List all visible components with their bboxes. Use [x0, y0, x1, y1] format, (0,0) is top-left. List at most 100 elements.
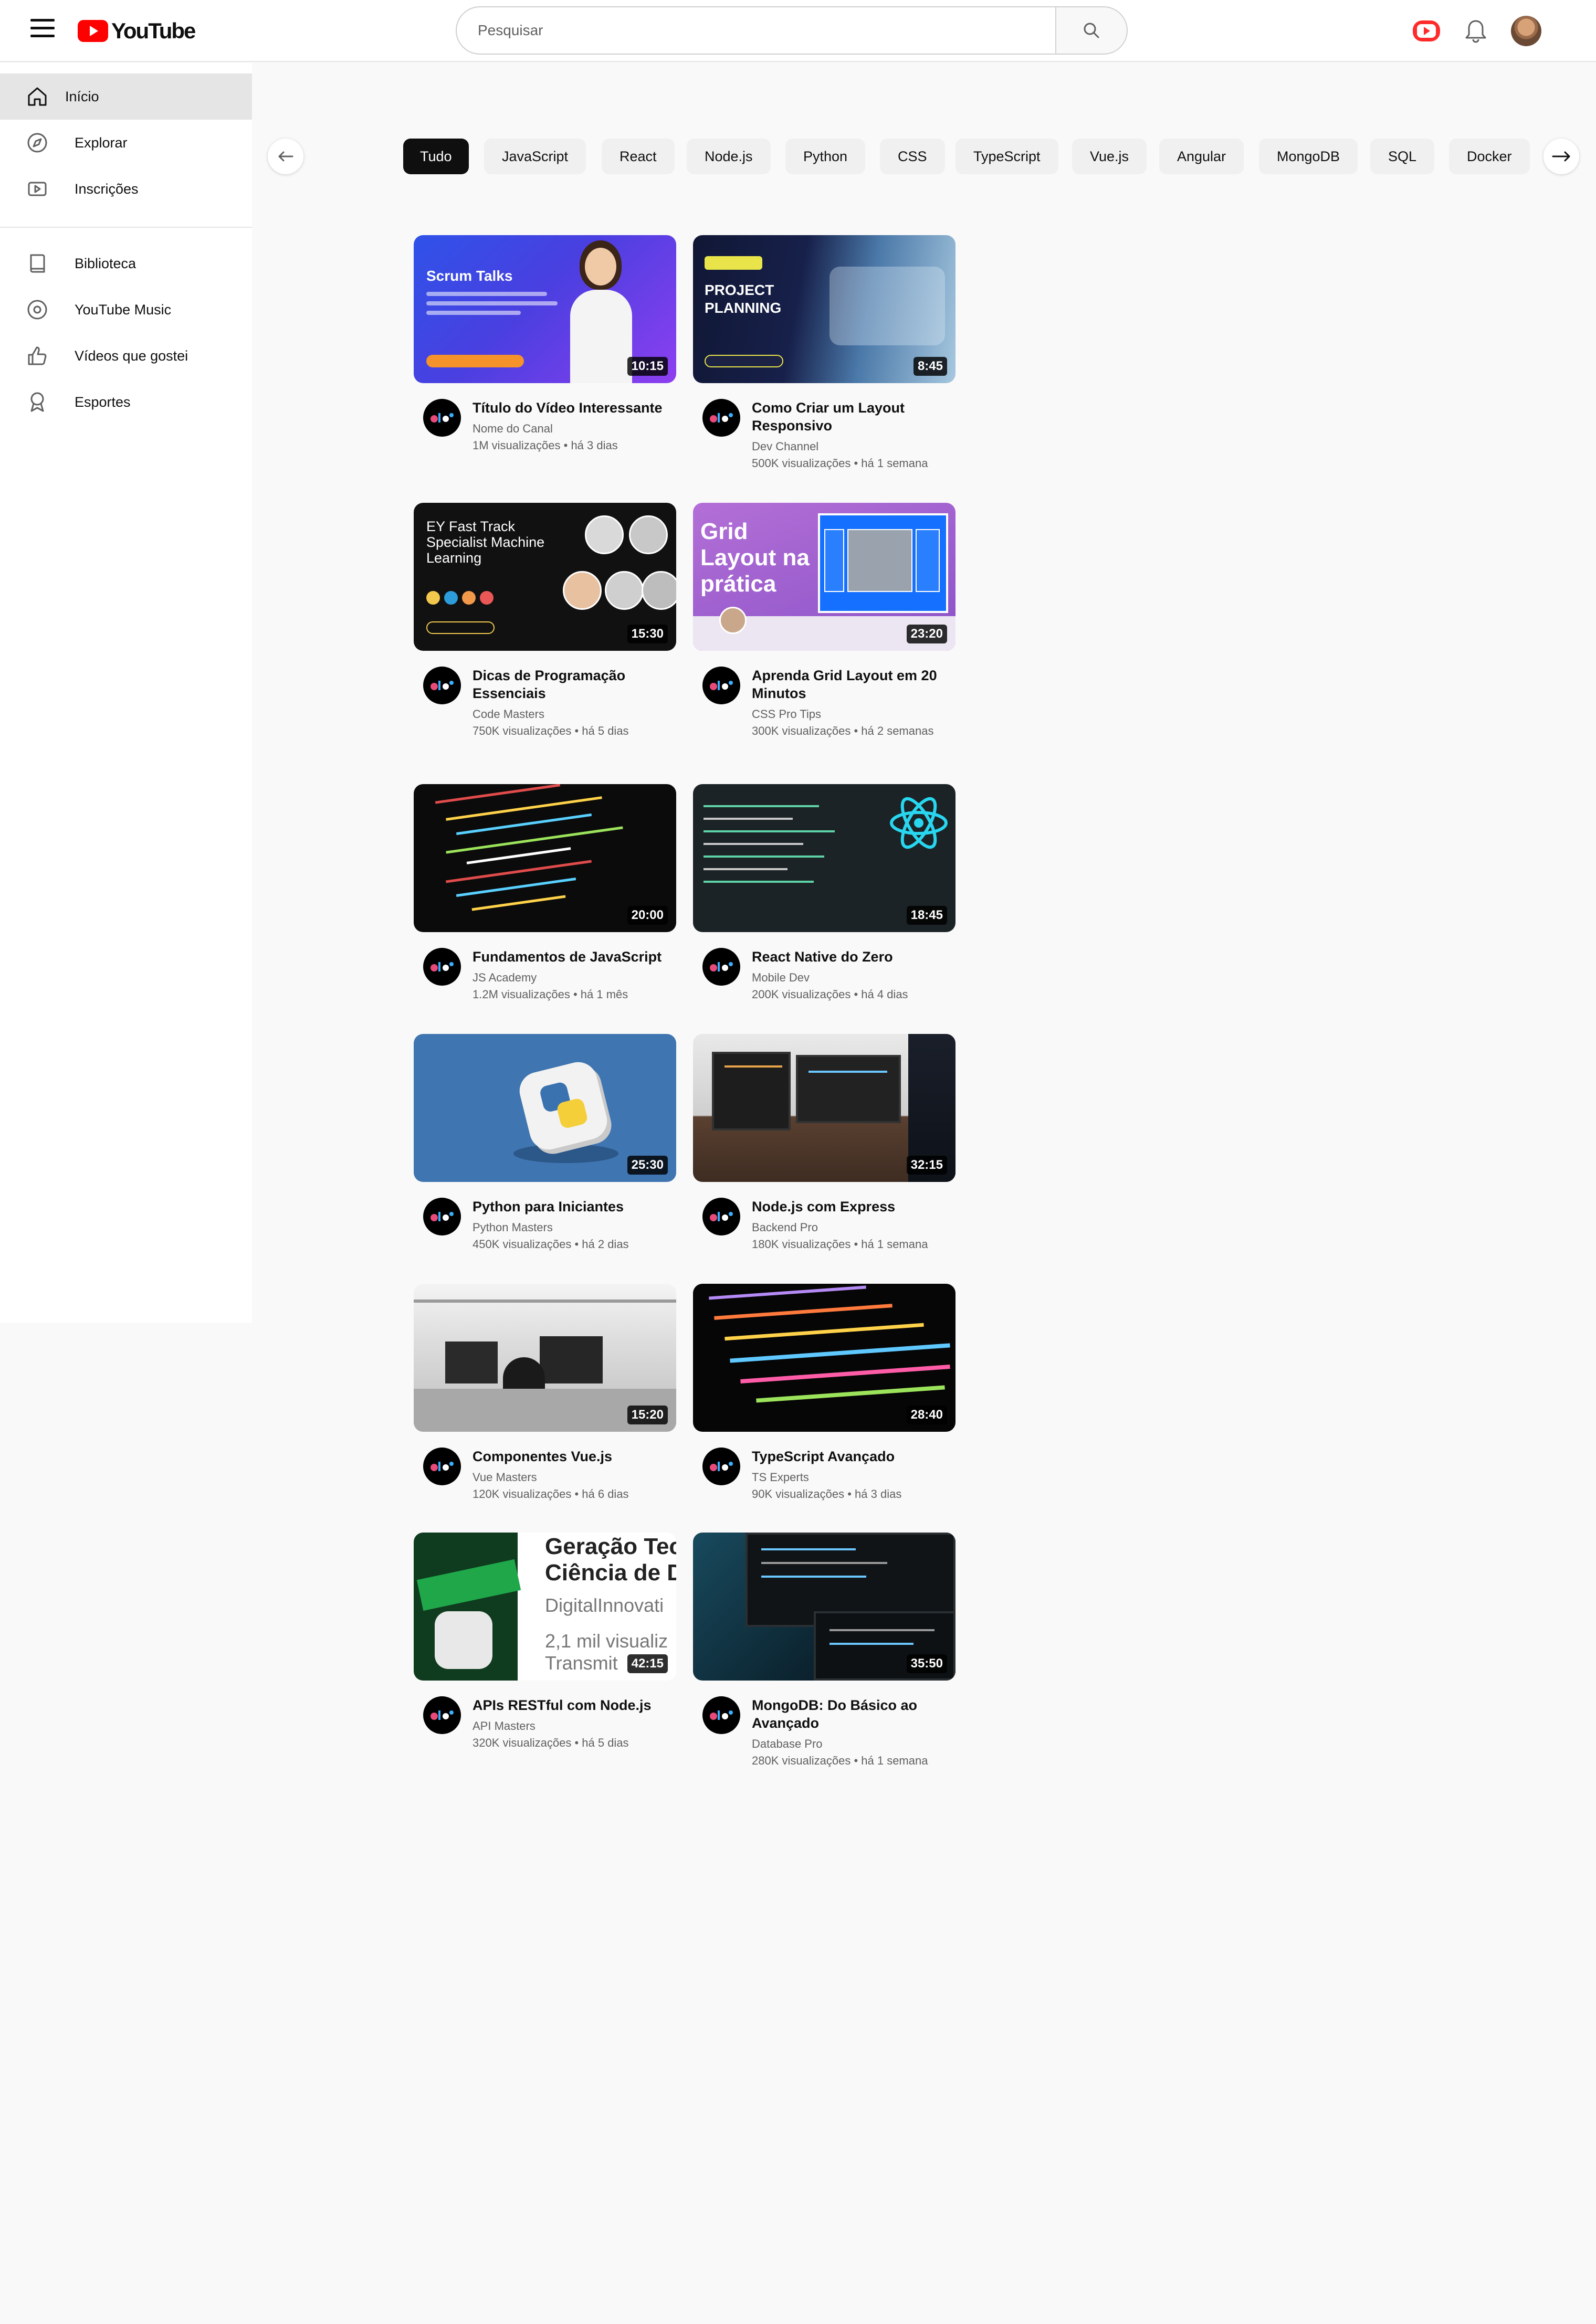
- channel-name[interactable]: Mobile Dev: [752, 971, 810, 985]
- chip-sql[interactable]: SQL: [1370, 139, 1435, 174]
- video-title[interactable]: MongoDB: Do Básico ao Avançado: [752, 1696, 957, 1732]
- channel-name[interactable]: Code Masters: [472, 707, 544, 721]
- top-header: YouTube: [0, 0, 1596, 62]
- thumbnail-text: 2,1 mil visualiz: [545, 1630, 668, 1652]
- music-icon: [22, 294, 52, 325]
- video-thumbnail[interactable]: 35:50: [693, 1533, 956, 1681]
- channel-avatar[interactable]: [702, 948, 740, 986]
- chip-react[interactable]: React: [602, 139, 675, 174]
- video-duration: 35:50: [906, 1654, 947, 1673]
- video-title[interactable]: TypeScript Avançado: [752, 1448, 957, 1465]
- channel-name[interactable]: Dev Channel: [752, 440, 818, 453]
- sidebar-item-inicio[interactable]: Início: [0, 73, 252, 120]
- channel-avatar[interactable]: [423, 399, 461, 437]
- youtube-logo[interactable]: YouTube: [78, 18, 196, 43]
- dio-logo-icon: [710, 1710, 733, 1720]
- channel-name[interactable]: Database Pro: [752, 1737, 823, 1751]
- sidebar-item-youtube-music[interactable]: YouTube Music: [0, 287, 252, 333]
- channel-name[interactable]: Nome do Canal: [472, 422, 553, 436]
- video-stats: 280K visualizações • há 1 semana: [752, 1754, 928, 1767]
- video-thumbnail[interactable]: EY Fast Track Specialist Machine Learnin…: [414, 503, 676, 651]
- channel-avatar[interactable]: [702, 1696, 740, 1734]
- video-title[interactable]: Aprenda Grid Layout em 20 Minutos: [752, 667, 957, 702]
- video-title[interactable]: APIs RESTful com Node.js: [472, 1696, 677, 1714]
- chip-docker[interactable]: Docker: [1449, 139, 1530, 174]
- channel-name[interactable]: Backend Pro: [752, 1221, 818, 1234]
- chip-javascript[interactable]: JavaScript: [484, 139, 586, 174]
- chip-vuejs[interactable]: Vue.js: [1072, 139, 1147, 174]
- trophy-icon: [22, 387, 52, 417]
- sidebar-item-videos-que-gostei[interactable]: Vídeos que gostei: [0, 333, 252, 379]
- video-duration: 8:45: [913, 357, 947, 376]
- dio-logo-icon: [430, 1212, 454, 1221]
- video-card: 20:00 Fundamentos de JavaScript JS Acade…: [414, 784, 676, 1027]
- video-thumbnail[interactable]: 28:40: [693, 1284, 956, 1432]
- menu-button[interactable]: [30, 19, 55, 40]
- channel-avatar[interactable]: [702, 667, 740, 704]
- channel-avatar[interactable]: [423, 667, 461, 704]
- video-thumbnail[interactable]: Scrum Talks 10:15: [414, 235, 676, 383]
- course-cover-image: [414, 1533, 521, 1681]
- channel-avatar[interactable]: [423, 1198, 461, 1235]
- video-title[interactable]: Python para Iniciantes: [472, 1198, 677, 1216]
- presenter-image: [567, 240, 635, 383]
- chip-css[interactable]: CSS: [880, 139, 945, 174]
- channel-name[interactable]: TS Experts: [752, 1471, 809, 1484]
- video-duration: 15:30: [627, 625, 668, 643]
- channel-avatar[interactable]: [702, 1448, 740, 1485]
- video-title[interactable]: Dicas de Programação Essenciais: [472, 667, 677, 702]
- video-thumbnail[interactable]: Grid Layout na prática 23:20: [693, 503, 956, 651]
- video-stats: 450K visualizações • há 2 dias: [472, 1238, 629, 1251]
- chips-previous-button[interactable]: [268, 139, 303, 174]
- channel-avatar[interactable]: [423, 1448, 461, 1485]
- video-title[interactable]: Node.js com Express: [752, 1198, 957, 1216]
- channel-name[interactable]: Vue Masters: [472, 1471, 537, 1484]
- video-duration: 32:15: [906, 1156, 947, 1175]
- video-title[interactable]: Título do Vídeo Interessante: [472, 399, 677, 417]
- sidebar-item-label: Vídeos que gostei: [75, 347, 188, 364]
- video-title[interactable]: Fundamentos de JavaScript: [472, 948, 677, 966]
- user-avatar[interactable]: [1511, 16, 1541, 46]
- channel-avatar[interactable]: [423, 1696, 461, 1734]
- channel-avatar[interactable]: [702, 1198, 740, 1235]
- chip-typescript[interactable]: TypeScript: [956, 139, 1058, 174]
- arrow-left-icon: [278, 151, 293, 162]
- video-thumbnail[interactable]: PROJECT PLANNING 8:45: [693, 235, 956, 383]
- sidebar-item-esportes[interactable]: Esportes: [0, 379, 252, 425]
- chip-angular[interactable]: Angular: [1159, 139, 1244, 174]
- chip-nodejs[interactable]: Node.js: [687, 139, 771, 174]
- logo-text: YouTube: [111, 18, 196, 43]
- channel-name[interactable]: Python Masters: [472, 1221, 553, 1234]
- sidebar-item-biblioteca[interactable]: Biblioteca: [0, 240, 252, 287]
- video-stats: 320K visualizações • há 5 dias: [472, 1736, 629, 1749]
- video-stats: 1.2M visualizações • há 1 mês: [472, 988, 628, 1001]
- channel-name[interactable]: JS Academy: [472, 971, 537, 985]
- video-card: 25:30 Python para Iniciantes Python Mast…: [414, 1034, 676, 1276]
- video-thumbnail[interactable]: 15:20: [414, 1284, 676, 1432]
- video-card: 28:40 TypeScript Avançado TS Experts 90K…: [693, 1284, 956, 1526]
- channel-name[interactable]: CSS Pro Tips: [752, 707, 821, 721]
- thumbnail-text: Ciência de D: [545, 1560, 676, 1586]
- chips-next-button[interactable]: [1544, 139, 1579, 174]
- video-title[interactable]: React Native do Zero: [752, 948, 957, 966]
- create-video-button[interactable]: [1411, 16, 1442, 46]
- chip-tudo[interactable]: Tudo: [403, 139, 469, 174]
- thumbnail-text: DigitalInnovati: [545, 1594, 664, 1616]
- video-title[interactable]: Como Criar um Layout Responsivo: [752, 399, 957, 435]
- video-duration: 18:45: [906, 906, 947, 925]
- search-input[interactable]: [457, 7, 1055, 54]
- chip-python[interactable]: Python: [785, 139, 866, 174]
- video-thumbnail[interactable]: 18:45: [693, 784, 956, 932]
- video-thumbnail[interactable]: 20:00: [414, 784, 676, 932]
- notifications-button[interactable]: [1461, 16, 1491, 46]
- video-thumbnail[interactable]: 25:30: [414, 1034, 676, 1182]
- channel-name[interactable]: API Masters: [472, 1719, 536, 1733]
- grid-layout-illustration: [818, 513, 948, 613]
- channel-avatar[interactable]: [702, 399, 740, 437]
- chip-mongodb[interactable]: MongoDB: [1259, 139, 1358, 174]
- channel-avatar[interactable]: [423, 948, 461, 986]
- video-thumbnail[interactable]: 32:15: [693, 1034, 956, 1182]
- video-title[interactable]: Componentes Vue.js: [472, 1448, 677, 1465]
- search-button[interactable]: [1055, 7, 1127, 54]
- video-thumbnail[interactable]: Geração Tec Ciência de D DigitalInnovati…: [414, 1533, 676, 1681]
